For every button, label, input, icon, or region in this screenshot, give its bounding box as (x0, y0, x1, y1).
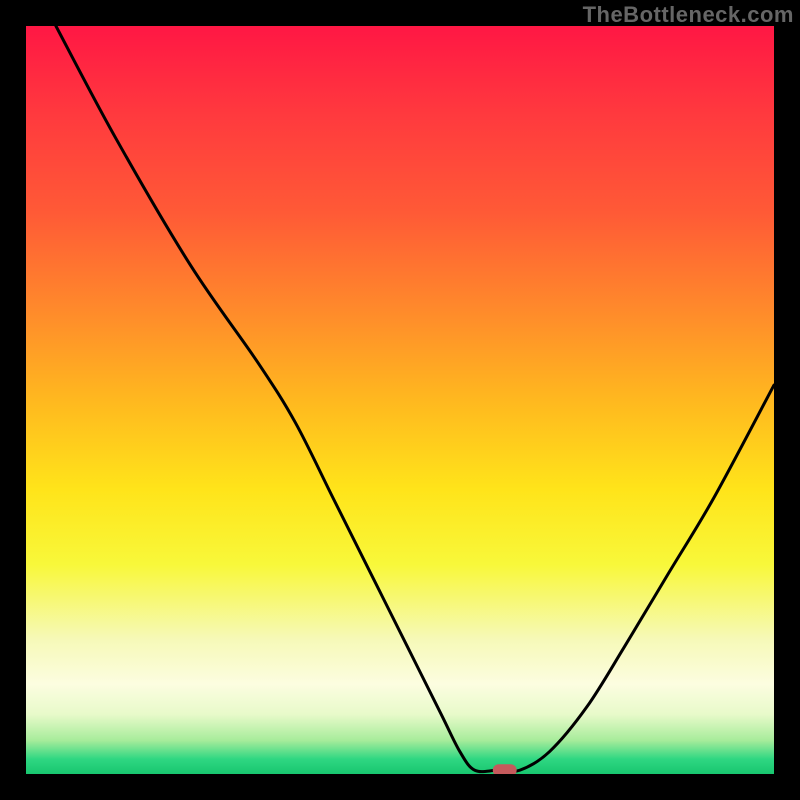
optimal-point-marker (493, 764, 517, 774)
gradient-background (26, 26, 774, 774)
watermark-label: TheBottleneck.com (583, 2, 794, 28)
plot-area (26, 26, 774, 774)
bottleneck-chart (26, 26, 774, 774)
chart-frame: TheBottleneck.com (0, 0, 800, 800)
